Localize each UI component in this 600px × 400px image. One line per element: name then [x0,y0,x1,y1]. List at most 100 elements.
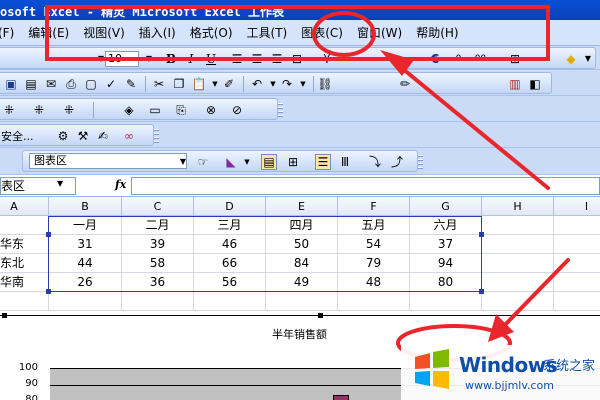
cell-a2[interactable]: 华东 [0,235,49,254]
cell-d1[interactable]: 三月 [194,216,266,235]
merge-center-icon[interactable]: ⊟ [289,51,305,67]
fill-color-icon[interactable]: ◆ [563,51,579,67]
cell-b1[interactable]: 一月 [49,216,122,235]
align-center-icon[interactable]: ☰ [249,51,265,67]
angle-counterclockwise-icon[interactable]: ⤴ [389,154,405,170]
column-header-d[interactable]: D [194,197,266,216]
font-size-dropdown-arrow-icon[interactable]: ▼ [141,51,157,67]
copy-icon[interactable]: ❐ [171,76,187,92]
cell-f2[interactable]: 54 [338,235,410,254]
menu-format[interactable]: 格式(O) [183,23,240,43]
cell-a5[interactable] [0,292,49,311]
cell-c3[interactable]: 58 [122,254,194,273]
angle-clockwise-icon[interactable]: ⤵ [367,154,383,170]
reviewing-pane-icon[interactable]: ▭ [147,102,163,118]
drawing-toggle-icon[interactable]: ◧ [527,76,543,92]
design-mode-icon[interactable]: ✍ [95,128,111,144]
chart-selection-handle[interactable] [318,313,323,318]
cell-g2[interactable]: 37 [410,235,482,254]
name-box-dropdown-icon[interactable]: ▼ [57,179,63,188]
menu-file[interactable]: (F) [0,23,21,43]
cell-i1[interactable] [554,216,600,235]
column-header-h[interactable]: H [482,197,554,216]
toolbar-handle[interactable] [154,129,159,143]
paste-icon[interactable]: 📋 [191,76,207,92]
data-table-icon[interactable]: ⊞ [285,154,301,170]
cell-e4[interactable]: 49 [266,273,338,292]
menu-view[interactable]: 视图(V) [76,23,132,43]
cell-c4[interactable]: 36 [122,273,194,292]
align-left-icon[interactable]: ☰ [229,51,245,67]
toolbar-handle[interactable] [278,103,283,117]
toolbar-handle[interactable] [418,155,423,169]
control-toolbox-icon[interactable]: ⚒ [75,128,91,144]
cell-h5[interactable] [482,292,554,311]
formula-input[interactable] [131,177,600,195]
cell-b4[interactable]: 26 [49,273,122,292]
track-changes-icon[interactable]: ◈ [121,102,137,118]
column-header-i[interactable]: I [554,197,600,216]
cell-f1[interactable]: 五月 [338,216,410,235]
protect-icon[interactable]: ⊘ [229,102,245,118]
cell-b5[interactable] [49,292,122,311]
cell-h2[interactable] [482,235,554,254]
range-handle[interactable] [46,289,51,294]
borders-icon[interactable]: ⊞ [507,51,523,67]
fill-color-dropdown-icon[interactable]: ▼ [580,51,596,67]
cell-d3[interactable]: 66 [194,254,266,273]
print-icon[interactable]: ⎙ [63,76,79,92]
cell-i5[interactable] [554,292,600,311]
cell-i4[interactable] [554,273,600,292]
menu-edit[interactable]: 编辑(E) [21,23,76,43]
visual-basic-icon[interactable]: ⚙ [55,128,71,144]
redo-dropdown-icon[interactable]: ▼ [295,76,311,92]
range-handle[interactable] [479,289,484,294]
cell-f4[interactable]: 48 [338,273,410,292]
worksheet-grid[interactable]: A B C D E F G H I 一月 二月 三月 四月 五月 六月 华东 3… [0,197,600,315]
column-header-b[interactable]: B [49,197,122,216]
cell-a3[interactable]: 东北 [0,254,49,273]
cell-h1[interactable] [482,216,554,235]
menu-window[interactable]: 窗口(W) [350,23,409,43]
bold-icon[interactable]: B [163,51,179,67]
insert-function-icon[interactable]: fx [115,178,126,191]
cell-d4[interactable]: 56 [194,273,266,292]
chart-type-dropdown-icon[interactable]: ▼ [239,154,255,170]
column-header-g[interactable]: G [410,197,482,216]
legend-icon[interactable]: ▤ [261,154,277,170]
align-right-icon[interactable]: ☰ [269,51,285,67]
menu-insert[interactable]: 插入(I) [132,23,183,43]
cell-e5[interactable] [266,292,338,311]
cell-g3[interactable]: 94 [410,254,482,273]
name-box[interactable]: 表区 [0,177,76,195]
column-header-c[interactable]: C [122,197,194,216]
format-chart-area-icon[interactable]: ☞ [195,154,211,170]
currency-icon[interactable]: ¥ [319,51,335,67]
cell-d5[interactable] [194,292,266,311]
increase-decimal-icon[interactable]: .00 [471,51,487,67]
drawing-icon[interactable]: ✏ [397,76,413,92]
cell-i3[interactable] [554,254,600,273]
cell-g5[interactable] [410,292,482,311]
cell-e3[interactable]: 84 [266,254,338,273]
decrease-decimal-icon[interactable]: .0 [449,51,465,67]
cut-icon[interactable]: ✂ [151,76,167,92]
menu-chart[interactable]: 图表(C) [294,23,350,43]
chart-wizard-icon[interactable]: ▥ [507,76,523,92]
next-comment-icon[interactable]: ⁜ [31,102,47,118]
end-review-icon[interactable]: ⊗ [203,102,219,118]
cell-d2[interactable]: 46 [194,235,266,254]
cell-a4[interactable]: 华南 [0,273,49,292]
column-header-e[interactable]: E [266,197,338,216]
euro-icon[interactable]: € [427,51,443,67]
italic-icon[interactable]: I [183,51,199,67]
cell-f5[interactable] [338,292,410,311]
column-header-f[interactable]: F [338,197,410,216]
spelling-icon[interactable]: ✓ [103,76,119,92]
cell-b3[interactable]: 44 [49,254,122,273]
cell-g4[interactable]: 80 [410,273,482,292]
cell-h4[interactable] [482,273,554,292]
undo-icon[interactable]: ↶ [249,76,265,92]
print-preview-icon[interactable]: ▢ [83,76,99,92]
column-header-a[interactable]: A [0,197,49,216]
